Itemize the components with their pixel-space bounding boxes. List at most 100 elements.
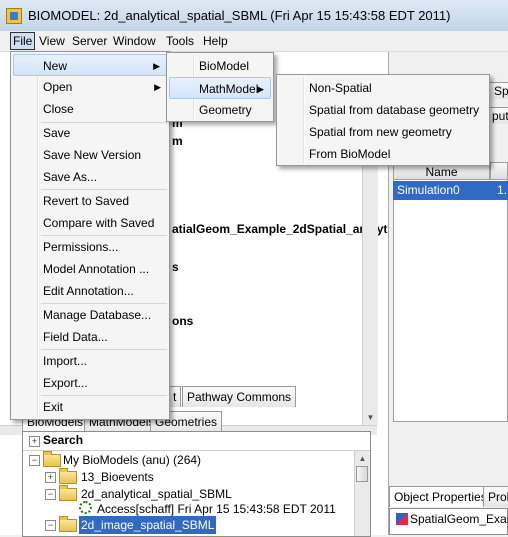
tree-item-label: 13_Bioevents (81, 470, 154, 484)
menu-item-revert[interactable]: Revert to Saved (13, 190, 167, 212)
bg-text: m (172, 134, 183, 148)
menu-item-from-biomodel[interactable]: From BioModel (279, 143, 487, 165)
menu-item-label: Geometry (199, 103, 252, 117)
menu-item-label: Close (43, 102, 74, 116)
search-row[interactable]: + Search (23, 432, 370, 451)
menu-item-model-annotation[interactable]: Model Annotation ... (13, 258, 167, 280)
menu-item-spatial-from-database[interactable]: Spatial from database geometry (279, 99, 487, 121)
tab-object-properties[interactable]: Object Properties (389, 486, 492, 507)
mathmodel-submenu: Non-Spatial Spatial from database geomet… (276, 74, 490, 166)
tree-scrollbar[interactable]: ▲ (354, 451, 370, 536)
object-tabs: Object Properties Prob (389, 485, 508, 507)
menu-tools[interactable]: Tools (164, 33, 196, 49)
title-bar: BIOMODEL: 2d_analytical_spatial_SBML (Fr… (0, 0, 508, 32)
menu-item-label: From BioModel (309, 147, 391, 161)
menu-item-label: Spatial from database geometry (309, 103, 480, 117)
menu-item-field-data[interactable]: Field Data... (13, 326, 167, 348)
menu-item-open[interactable]: Open ▶ (13, 76, 167, 98)
submenu-arrow-icon: ▶ (153, 61, 160, 71)
object-properties-panel: SpatialGeom_Exampl (389, 508, 508, 535)
menu-item-mathmodel[interactable]: MathModel ▶ (169, 77, 271, 99)
tree-item-label: My BioModels (anu) (264) (63, 453, 202, 467)
menu-item-label: New (43, 59, 68, 73)
menu-item-label: Spatial from new geometry (309, 125, 452, 139)
menu-item-label: Compare with Saved (43, 216, 155, 230)
window-title: BIOMODEL: 2d_analytical_spatial_SBML (Fr… (28, 8, 451, 23)
menu-item-close[interactable]: Close (13, 98, 167, 120)
menu-item-label: Model Annotation ... (43, 262, 150, 276)
menu-view[interactable]: View (37, 33, 67, 49)
scroll-thumb[interactable] (356, 466, 368, 482)
model-version-icon (79, 501, 92, 514)
scroll-up-icon[interactable]: ▲ (355, 451, 370, 466)
menu-item-spatial-from-new-geometry[interactable]: Spatial from new geometry (279, 121, 487, 143)
menu-item-geometry[interactable]: Geometry (169, 99, 271, 121)
menu-item-compare[interactable]: Compare with Saved (13, 212, 167, 234)
submenu-arrow-icon: ▶ (257, 84, 264, 94)
expand-icon[interactable]: + (29, 436, 40, 447)
menu-window[interactable]: Window (111, 33, 158, 49)
menu-item-new[interactable]: New ▶ (13, 54, 167, 76)
menu-item-label: Non-Spatial (309, 81, 372, 95)
folder-icon (59, 485, 77, 501)
menu-item-label: Export... (43, 376, 88, 390)
simulation-icon (396, 513, 408, 525)
app-icon (6, 8, 22, 24)
simulations-table (393, 162, 508, 422)
tab-problems[interactable]: Prob (483, 486, 508, 507)
menu-item-export[interactable]: Export... (13, 372, 167, 394)
menu-item-label: Save (43, 126, 71, 140)
expand-icon[interactable]: + (45, 472, 56, 483)
menu-item-save[interactable]: Save (13, 122, 167, 144)
column-header[interactable] (490, 162, 508, 180)
search-label: Search (43, 433, 84, 447)
menu-item-save-new-version[interactable]: Save New Version (13, 144, 167, 166)
menu-item-label: Exit (43, 400, 64, 414)
bg-text: atialGeom_Example_2dSpatial_analyt (172, 222, 388, 236)
object-label[interactable]: SpatialGeom_Exampl (410, 512, 508, 526)
menu-item-permissions[interactable]: Permissions... (13, 236, 167, 258)
menu-file[interactable]: File (10, 32, 36, 50)
menu-help[interactable]: Help (201, 33, 230, 49)
biomodel-tree: + Search − My BioModels (anu) (264) + 13… (22, 431, 371, 537)
menu-item-edit-annotation[interactable]: Edit Annotation... (13, 280, 167, 302)
bg-text: ons (172, 314, 194, 328)
simulation-value: 1. (497, 183, 508, 197)
tab-species-partial[interactable]: Spe (489, 82, 508, 99)
folder-icon (59, 516, 77, 532)
new-submenu: BioModel MathModel ▶ Geometry (166, 52, 274, 122)
menu-item-exit[interactable]: Exit (13, 396, 167, 418)
menu-item-label: Save New Version (43, 148, 142, 162)
menu-item-non-spatial[interactable]: Non-Spatial (279, 77, 487, 99)
menu-item-manage-database[interactable]: Manage Database... (13, 304, 167, 326)
menu-item-label: Permissions... (43, 240, 119, 254)
collapse-icon[interactable]: − (45, 520, 56, 531)
menu-item-save-as[interactable]: Save As... (13, 166, 167, 188)
tab-partial[interactable]: t (168, 386, 182, 407)
table-row[interactable]: Simulation0 1. (393, 181, 508, 200)
menu-item-label: Manage Database... (43, 308, 152, 322)
submenu-arrow-icon: ▶ (154, 82, 161, 92)
tree-item-label: 2d_image_spatial_SBML (79, 516, 217, 534)
menu-server[interactable]: Server (70, 33, 109, 49)
menu-item-label: BioModel (199, 59, 250, 73)
menu-item-import[interactable]: Import... (13, 350, 167, 372)
simulation-name: Simulation0 (397, 183, 460, 197)
tab-pathway-commons[interactable]: Pathway Commons (182, 386, 297, 407)
folder-icon (59, 468, 77, 484)
tab-computation-partial[interactable]: putat (487, 107, 508, 124)
file-menu: New ▶ Open ▶ Close Save Save New Version… (10, 51, 170, 420)
menu-item-biomodel[interactable]: BioModel (169, 55, 271, 77)
menu-item-label: Open (43, 80, 73, 94)
folder-icon (43, 451, 61, 467)
menu-item-label: Revert to Saved (43, 194, 130, 208)
collapse-icon[interactable]: − (29, 455, 40, 466)
menu-item-label: Edit Annotation... (43, 284, 134, 298)
menubar: File View Server Window Tools Help (0, 31, 508, 52)
collapse-icon[interactable]: − (45, 489, 56, 500)
bg-text: s (172, 260, 179, 274)
menu-item-label: Field Data... (43, 330, 108, 344)
menu-item-label: MathModel (199, 82, 259, 96)
menu-item-label: Save As... (43, 170, 98, 184)
menu-item-label: Import... (43, 354, 88, 368)
